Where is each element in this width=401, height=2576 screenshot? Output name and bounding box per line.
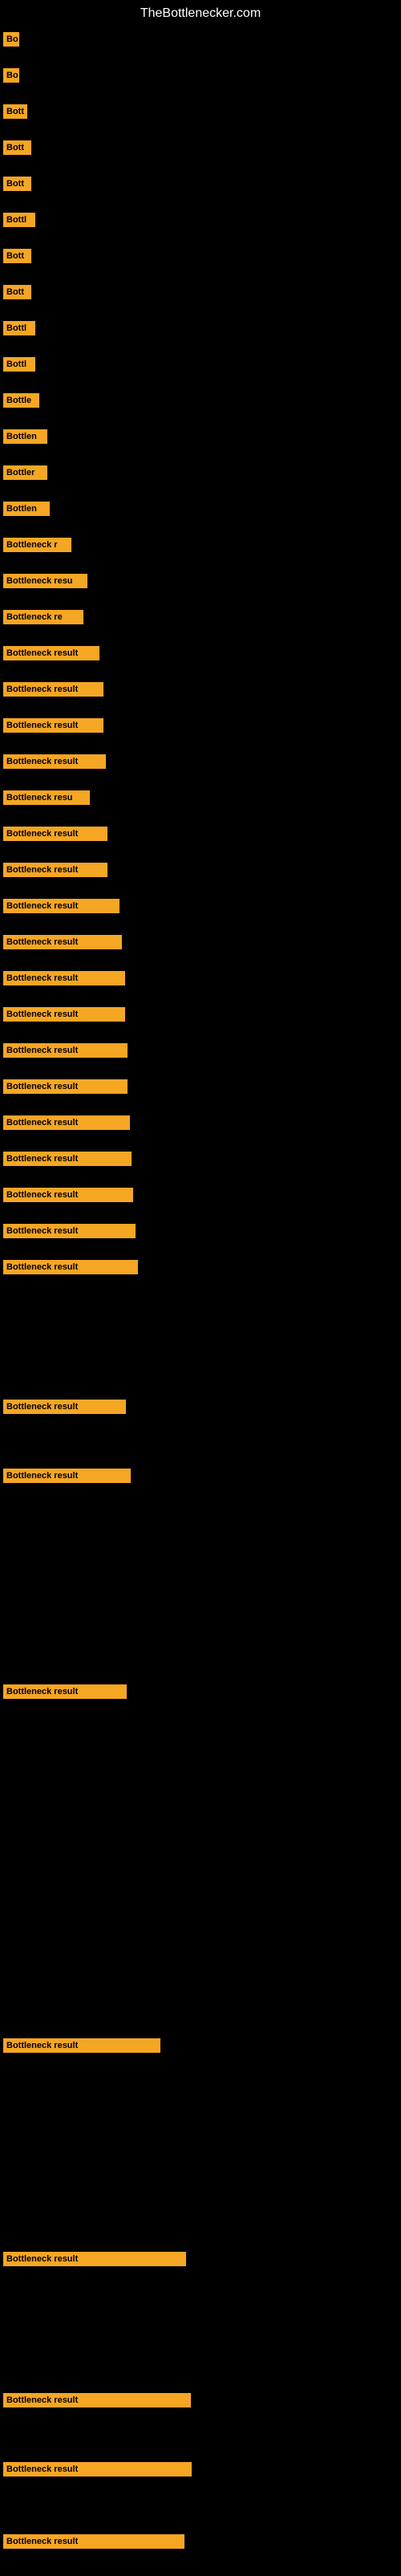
bottleneck-result-label: Bottleneck result: [3, 827, 107, 841]
bottleneck-result-label: Bottleneck result: [3, 1469, 131, 1483]
bar-row: Bottleneck result: [0, 827, 107, 841]
bottleneck-result-label: Bo: [3, 32, 19, 47]
bar-row: Bottleneck result: [0, 2462, 192, 2476]
bottleneck-result-label: Bottleneck resu: [3, 790, 90, 805]
bottleneck-result-label: Bottleneck result: [3, 935, 122, 949]
bar-row: Bottleneck result: [0, 1469, 131, 1483]
bar-row: Bottl: [0, 321, 35, 335]
bottleneck-result-label: Bottleneck result: [3, 2534, 184, 2549]
bottleneck-result-label: Bottleneck result: [3, 899, 119, 913]
bottleneck-result-label: Bottleneck result: [3, 682, 103, 697]
bottleneck-result-label: Bottlen: [3, 429, 47, 444]
bottleneck-result-label: Bottlen: [3, 502, 50, 516]
bottleneck-result-label: Bo: [3, 68, 19, 83]
bar-row: Bottleneck result: [0, 2534, 184, 2549]
bottleneck-result-label: Bottler: [3, 465, 47, 480]
bottleneck-result-label: Bottleneck result: [3, 1260, 138, 1274]
bar-row: Bottleneck re: [0, 610, 83, 624]
bottleneck-result-label: Bottleneck result: [3, 2393, 191, 2407]
bar-row: Bottleneck result: [0, 1260, 138, 1274]
bar-row: Bottleneck result: [0, 646, 99, 660]
bottleneck-result-label: Bottleneck r: [3, 538, 71, 552]
bottleneck-result-label: Bottle: [3, 393, 39, 408]
bottleneck-result-label: Bottleneck result: [3, 646, 99, 660]
bar-row: Bottlen: [0, 502, 50, 516]
bar-row: Bottleneck result: [0, 1007, 125, 1022]
bar-row: Bottleneck result: [0, 1400, 126, 1414]
bar-row: Bottleneck resu: [0, 574, 87, 588]
bar-row: Bo: [0, 32, 19, 47]
bottleneck-result-label: Bottl: [3, 321, 35, 335]
bar-row: Bottleneck result: [0, 2252, 186, 2266]
bar-row: Bottleneck r: [0, 538, 71, 552]
bar-row: Bottlen: [0, 429, 47, 444]
bar-row: Bottler: [0, 465, 47, 480]
bottleneck-result-label: Bott: [3, 140, 31, 155]
bar-row: Bottleneck result: [0, 863, 107, 877]
bar-row: Bottleneck result: [0, 971, 125, 985]
bar-row: Bottleneck result: [0, 1188, 133, 1202]
site-title: TheBottlenecker.com: [0, 0, 401, 24]
bar-row: Bottleneck result: [0, 1115, 130, 1130]
bar-row: Bottleneck result: [0, 1152, 132, 1166]
bottleneck-result-label: Bott: [3, 177, 31, 191]
bottleneck-result-label: Bottleneck resu: [3, 574, 87, 588]
bar-row: Bott: [0, 285, 31, 299]
bottleneck-result-label: Bottl: [3, 213, 35, 227]
bottleneck-result-label: Bottleneck result: [3, 971, 125, 985]
bar-row: Bottleneck result: [0, 718, 103, 733]
bottleneck-result-label: Bottleneck result: [3, 863, 107, 877]
bottleneck-result-label: Bottleneck result: [3, 1115, 130, 1130]
bar-row: Bott: [0, 140, 31, 155]
bottleneck-result-label: Bottleneck result: [3, 2252, 186, 2266]
bar-row: Bottleneck result: [0, 2393, 191, 2407]
bottleneck-result-label: Bottleneck result: [3, 1043, 128, 1058]
bar-row: Bott: [0, 177, 31, 191]
bottleneck-result-label: Bottleneck result: [3, 1079, 128, 1094]
bar-row: Bottleneck result: [0, 1043, 128, 1058]
bottleneck-result-label: Bottleneck result: [3, 754, 106, 769]
bar-row: Bottleneck result: [0, 935, 122, 949]
bar-row: Bottleneck result: [0, 899, 119, 913]
bar-row: Bottl: [0, 357, 35, 372]
bar-row: Bottleneck resu: [0, 790, 90, 805]
bottleneck-result-label: Bottleneck result: [3, 1007, 125, 1022]
bottleneck-result-label: Bott: [3, 285, 31, 299]
bar-row: Bott: [0, 249, 31, 263]
bottleneck-result-label: Bottleneck re: [3, 610, 83, 624]
bottleneck-result-label: Bottleneck result: [3, 718, 103, 733]
bottleneck-result-label: Bottleneck result: [3, 1152, 132, 1166]
bar-row: Bottleneck result: [0, 682, 103, 697]
bottleneck-result-label: Bottleneck result: [3, 1400, 126, 1414]
bar-row: Bottleneck result: [0, 1079, 128, 1094]
bar-row: Bottleneck result: [0, 754, 106, 769]
bottleneck-result-label: Bottleneck result: [3, 2462, 192, 2476]
bar-row: Bottleneck result: [0, 2038, 160, 2053]
bar-row: Bottl: [0, 213, 35, 227]
bottleneck-result-label: Bott: [3, 249, 31, 263]
bar-row: Bott: [0, 104, 27, 119]
bottleneck-result-label: Bottleneck result: [3, 2038, 160, 2053]
bar-row: Bottleneck result: [0, 1684, 127, 1699]
bar-row: Bottleneck result: [0, 1224, 136, 1238]
bar-row: Bottle: [0, 393, 39, 408]
bottleneck-result-label: Bottleneck result: [3, 1188, 133, 1202]
bar-row: Bo: [0, 68, 19, 83]
bottleneck-result-label: Bott: [3, 104, 27, 119]
bottleneck-result-label: Bottleneck result: [3, 1684, 127, 1699]
bottleneck-result-label: Bottl: [3, 357, 35, 372]
bottleneck-result-label: Bottleneck result: [3, 1224, 136, 1238]
